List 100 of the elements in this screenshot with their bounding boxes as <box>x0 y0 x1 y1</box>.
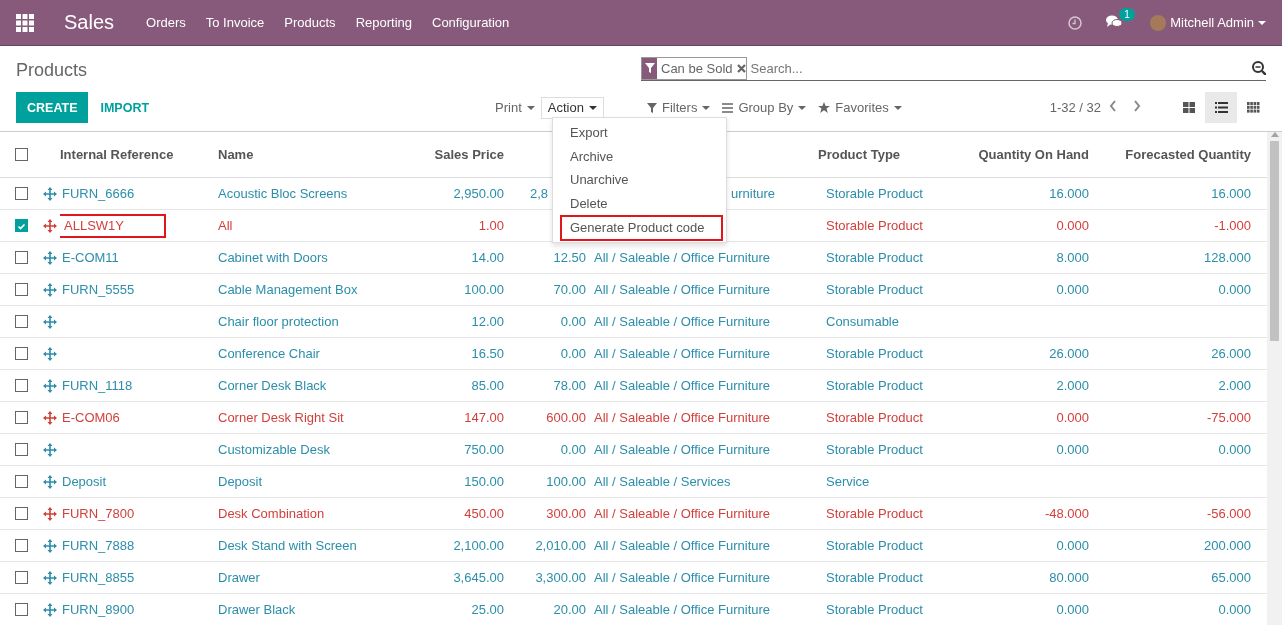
table-cell-text: Deposit <box>61 472 108 491</box>
table-cell: All / Saleable / Office Furniture <box>594 570 771 585</box>
table-cell: 85.00 <box>471 378 504 393</box>
table-cell: Storable Product <box>826 506 923 521</box>
drag-handle-icon[interactable] <box>43 314 57 329</box>
menu-item[interactable]: Archive <box>560 144 723 168</box>
table-cell: 0.000 <box>1218 602 1251 617</box>
table-cell: 100.00 <box>546 474 586 489</box>
row-checkbox[interactable] <box>15 411 28 424</box>
row-checkbox[interactable] <box>15 507 28 520</box>
row-checkbox[interactable] <box>15 283 28 296</box>
table-cell: Storable Product <box>826 442 923 457</box>
menu-item[interactable]: Delete <box>560 191 723 215</box>
table-cell: 0.000 <box>1056 282 1089 297</box>
table-cell: 150.00 <box>464 474 504 489</box>
table-cell: All / Saleable / Office Furniture <box>594 346 771 361</box>
group-by-dropdown[interactable]: Group By <box>716 100 813 115</box>
table-cell: -75.000 <box>1206 410 1251 425</box>
menu-item[interactable]: Export <box>560 121 723 145</box>
table-cell: 1.00 <box>478 218 504 233</box>
drag-handle-icon[interactable] <box>43 474 57 489</box>
scrollbar[interactable] <box>1267 132 1282 625</box>
drag-handle-icon[interactable] <box>43 570 57 585</box>
table-cell: 3,645.00 <box>453 570 504 585</box>
select-all-checkbox[interactable] <box>15 148 28 161</box>
print-dropdown[interactable]: Print <box>489 100 541 115</box>
drag-handle-icon[interactable] <box>43 250 57 265</box>
table-cell: 65.000 <box>1211 570 1251 585</box>
drag-handle-icon[interactable] <box>43 282 57 297</box>
table-cell: Desk Combination <box>218 506 325 521</box>
drag-handle-icon[interactable] <box>43 538 57 553</box>
table-cell: -56.000 <box>1206 506 1251 521</box>
table-cell: 147.00 <box>464 410 504 425</box>
menu-item[interactable]: Unarchive <box>560 168 723 192</box>
column-header[interactable]: Internal Reference <box>60 147 174 162</box>
scrollbar-thumb[interactable] <box>1270 141 1279 341</box>
drag-handle-icon[interactable] <box>43 442 57 457</box>
drag-handle-icon[interactable] <box>43 186 57 201</box>
table-cell: 600.00 <box>546 410 586 425</box>
menu-item[interactable]: Configuration <box>422 15 520 30</box>
search-icon[interactable] <box>1252 61 1266 75</box>
apps-menu-icon[interactable] <box>16 13 34 32</box>
list-icon <box>722 102 734 113</box>
row-checkbox[interactable] <box>15 187 28 200</box>
table-cell: Storable Product <box>826 602 923 617</box>
row-checkbox[interactable] <box>15 379 28 392</box>
menu-item[interactable]: Generate Product code <box>560 215 723 241</box>
table-cell: 26.000 <box>1049 346 1089 361</box>
table-cell: All / Saleable / Office Furniture <box>594 250 771 265</box>
table-cell: All / Saleable / Office Furniture <box>594 442 771 457</box>
menu-item[interactable]: Orders <box>136 15 196 30</box>
drag-handle-icon[interactable] <box>43 410 57 425</box>
table-cell: 12.50 <box>553 250 586 265</box>
table-cell: 8.000 <box>1056 250 1089 265</box>
table-cell: 12.00 <box>471 314 504 329</box>
filter-icon <box>644 63 655 73</box>
caret-icon <box>588 105 597 110</box>
table-cell: Service <box>826 474 870 489</box>
close-icon[interactable] <box>736 63 746 73</box>
row-checkbox[interactable] <box>15 475 28 488</box>
table-cell: ALLSW1Y <box>60 213 166 238</box>
row-checkbox[interactable] <box>15 443 28 456</box>
column-header[interactable]: Product Type <box>818 147 901 162</box>
menu-item[interactable]: Products <box>274 15 346 30</box>
row-checkbox[interactable] <box>15 571 28 584</box>
table-cell: Chair floor protection <box>218 314 339 329</box>
table-cell: 3,300.00 <box>535 570 586 585</box>
column-header[interactable]: Sales Price <box>434 147 504 162</box>
row-checkbox[interactable] <box>15 347 28 360</box>
notification-badge: 1 <box>1119 8 1135 21</box>
caret-icon <box>893 105 902 110</box>
table-cell: Deposit <box>218 474 263 489</box>
table-cell: All <box>218 218 233 233</box>
row-checkbox[interactable] <box>15 315 28 328</box>
drag-handle-icon[interactable] <box>43 602 57 617</box>
row-checkbox[interactable] <box>15 251 28 264</box>
list-view-button[interactable] <box>1205 92 1237 123</box>
filters-dropdown[interactable]: Filters <box>641 100 717 115</box>
table-cell: Cabinet with Doors <box>218 250 328 265</box>
clock-icon[interactable] <box>1068 15 1083 30</box>
column-header[interactable]: Name <box>218 147 254 162</box>
table-cell: Storable Product <box>826 538 923 553</box>
column-header[interactable]: Forecasted Quantity <box>1125 147 1251 162</box>
table-cell: urniture <box>731 186 776 201</box>
menu-item[interactable]: Reporting <box>345 15 422 30</box>
favorites-dropdown[interactable]: Favorites <box>812 100 908 115</box>
column-header[interactable]: Quantity On Hand <box>978 147 1089 162</box>
row-checkbox[interactable] <box>15 219 28 232</box>
drag-handle-icon[interactable] <box>43 346 57 361</box>
table-cell: Storable Product <box>826 250 923 265</box>
drag-handle-icon[interactable] <box>43 506 57 521</box>
table-cell: 128.000 <box>1204 250 1251 265</box>
row-checkbox[interactable] <box>15 539 28 552</box>
row-checkbox[interactable] <box>15 603 28 616</box>
menu-item[interactable]: To Invoice <box>195 15 275 30</box>
user-menu[interactable]: Mitchell Admin <box>1150 14 1266 31</box>
drag-handle-icon[interactable] <box>43 218 57 233</box>
drag-handle-icon[interactable] <box>43 378 57 393</box>
facet-label: Can be Sold <box>660 60 734 76</box>
chat-icon[interactable] <box>1106 14 1123 28</box>
